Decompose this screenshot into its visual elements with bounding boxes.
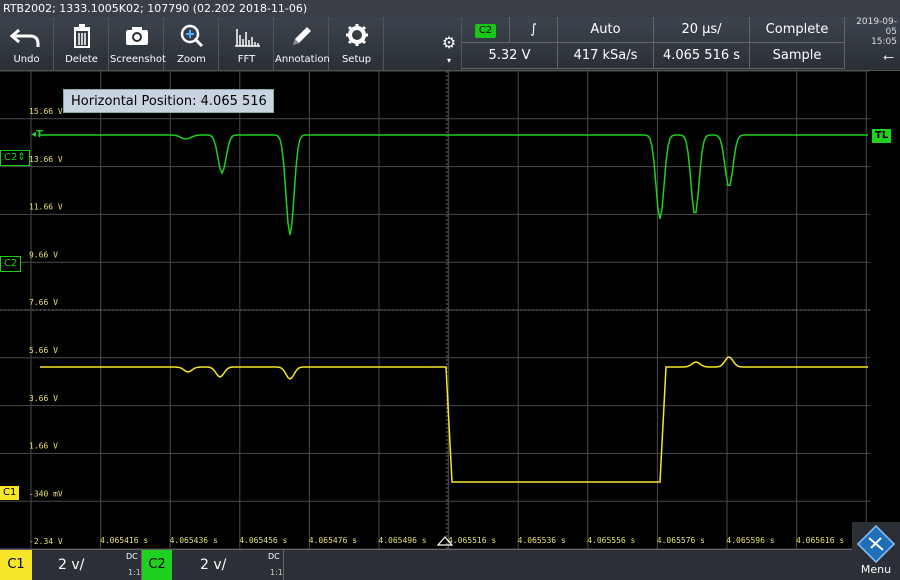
y-axis-label: 7.66 V — [29, 298, 58, 307]
x-axis-label: 4.065536 s — [518, 536, 566, 545]
c2-ratio: 1:1 — [270, 568, 283, 577]
x-axis-label: 4.065596 s — [726, 536, 774, 545]
trigger-mode[interactable]: Auto — [558, 17, 654, 43]
title-bar: RTB2002; 1333.1005K02; 107790 (02.202 20… — [0, 0, 900, 17]
zoom-button[interactable]: Zoom — [165, 17, 219, 70]
dropdown-arrow-icon: ▾ — [446, 56, 451, 65]
c1-ratio: 1:1 — [128, 568, 141, 577]
x-axis-label: 4.065476 s — [309, 536, 357, 545]
time: 15:05 — [871, 37, 897, 47]
date: 2019-09-05 — [856, 17, 897, 37]
waveform-display[interactable]: 15.66 V 13.66 V 11.66 V 9.66 V 7.66 V 5.66 V 3… — [0, 71, 870, 549]
c2-scale[interactable]: 2 v/ — [200, 552, 226, 578]
trigger-slope-cell[interactable]: ∫ — [510, 17, 558, 43]
fft-icon — [235, 29, 260, 47]
c2-channel-tab[interactable]: C2 — [142, 550, 172, 580]
trigger-marker[interactable]: ◂T — [28, 128, 46, 142]
trigger-level-marker[interactable]: TL — [872, 129, 892, 143]
horizontal-position-tooltip: Horizontal Position: 4.065 516 s — [63, 89, 274, 133]
undo-icon — [9, 28, 40, 47]
x-axis-label: 4.065456 s — [239, 536, 287, 545]
c1-scale[interactable]: 2 v/ — [58, 552, 84, 578]
annotation-button[interactable]: Annotation — [275, 17, 330, 70]
channel-bar: C1 2 v/ DC 1:1 C2 2 v/ DC 1:1 — [0, 549, 900, 580]
c1-channel-tab[interactable]: C1 — [0, 550, 32, 580]
delete-button[interactable]: Delete — [55, 17, 109, 70]
sample-rate[interactable]: 417 kSa/s — [558, 43, 654, 69]
undo-button[interactable]: Undo — [0, 17, 54, 70]
delete-label: Delete — [65, 54, 98, 65]
screenshot-label: Screenshot — [110, 54, 166, 65]
trash-icon — [74, 24, 90, 48]
y-axis-label: 13.66 V — [29, 155, 63, 164]
undo-label: Undo — [13, 54, 40, 65]
menu-label: Menu — [860, 563, 892, 576]
x-axis-label: 4.065496 s — [378, 536, 426, 545]
pencil-icon — [293, 27, 311, 45]
trigger-level[interactable]: 5.32 V — [462, 43, 558, 69]
rs-logo-icon — [856, 524, 896, 564]
trigger-source-cell[interactable]: C2 — [462, 17, 510, 43]
timebase[interactable]: 20 µs/ — [654, 17, 750, 43]
date-time: 2019-09-05 15:05 — [845, 17, 900, 47]
trigger-marker-label: T — [36, 129, 43, 140]
x-axis-label: 4.065416 s — [100, 536, 148, 545]
menu-button[interactable]: Menu — [852, 522, 900, 579]
y-axis-label: 1.66 V — [29, 442, 58, 451]
y-axis-label: 15.66 V — [29, 107, 63, 116]
screenshot-button[interactable]: Screenshot — [110, 17, 166, 70]
toolbar: Undo Delete Screenshot Zoom FFT Annotati… — [0, 17, 900, 86]
horizontal-position[interactable]: 4.065 516 s — [654, 43, 750, 69]
acquisition-mode[interactable]: Sample — [750, 43, 845, 69]
setup-label: Setup — [341, 54, 372, 65]
usb-icon: ⭠ — [882, 49, 894, 65]
c1-coupling: DC — [126, 552, 138, 561]
zoom-in-icon — [180, 24, 204, 48]
c1-ground-marker[interactable]: C1 — [0, 486, 20, 500]
y-axis-label: 3.66 V — [29, 394, 58, 403]
x-axis-labels: 4.065416 s 4.065436 s 4.065456 s 4.065476 s… — [100, 536, 844, 545]
fft-button[interactable]: FFT — [220, 17, 274, 70]
gear-icon — [346, 24, 368, 46]
x-axis-label: 4.065556 s — [587, 536, 635, 545]
x-axis-label: 4.065436 s — [170, 536, 218, 545]
fft-label: FFT — [237, 54, 256, 65]
c2-offset-marker[interactable]: C2⇕ — [0, 150, 30, 166]
trigger-slope-icon: ∫ — [530, 22, 537, 37]
y-axis-label: -2.34 V — [29, 537, 63, 546]
y-axis-label: 9.66 V — [29, 250, 58, 259]
y-axis-label: 5.66 V — [29, 346, 58, 355]
x-axis-label: 4.065616 s — [796, 536, 844, 545]
camera-icon — [126, 27, 148, 45]
x-axis-label: 4.065516 s — [448, 536, 496, 545]
small-gear-icon: ⚙ — [441, 33, 457, 52]
channel-divider-2 — [283, 550, 284, 580]
setup-button[interactable]: Setup — [330, 17, 384, 70]
y-axis-label: 11.66 V — [29, 203, 63, 212]
c2-ground-marker[interactable]: C2 — [0, 256, 22, 272]
x-axis-label: 4.065576 s — [657, 536, 705, 545]
y-axis-label: -340 mV — [29, 489, 63, 498]
annotation-label: Annotation — [275, 54, 330, 65]
zoom-label: Zoom — [177, 54, 206, 65]
acquisition-state[interactable]: Complete — [750, 17, 845, 43]
c2-coupling: DC — [268, 552, 280, 561]
trigger-source-badge: C2 — [474, 24, 497, 38]
